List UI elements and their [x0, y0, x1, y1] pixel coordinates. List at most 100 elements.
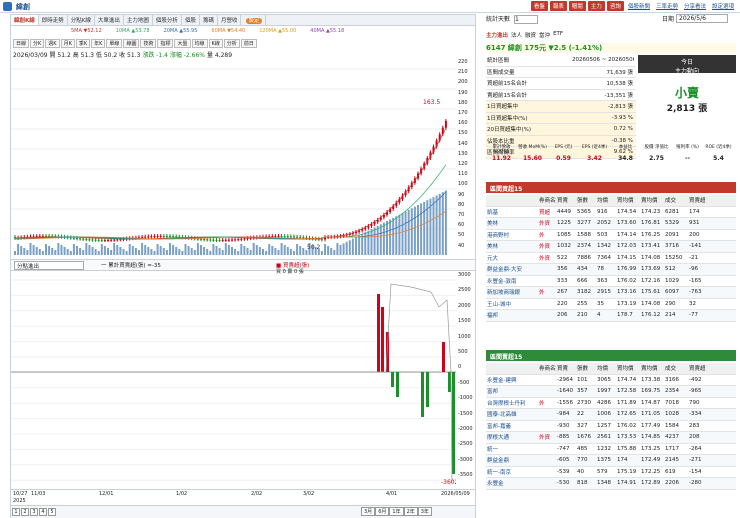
buy-cell: 434: [577, 266, 588, 273]
sell-row[interactable]: 台灣摩根士丹利外 -1556 2730 4286 171.89 174.87 7018 790: [486, 397, 736, 409]
top-link-1[interactable]: 三率走勢: [654, 1, 680, 11]
tab-1[interactable]: 即時走勢: [39, 15, 68, 25]
sell-cell[interactable]: 富邦-嘉義: [486, 422, 538, 430]
chart-tool-12[interactable]: K線: [208, 39, 223, 48]
page-button-5[interactable]: 5: [48, 508, 56, 516]
top-link-0[interactable]: 個股新聞: [626, 1, 652, 11]
top-button-3[interactable]: 主力: [587, 1, 605, 11]
buy-row[interactable]: 福邦 206 210 4 178.7 176.12 214 -77: [486, 310, 736, 322]
sell-row[interactable]: 永豐金 -530 818 1348 174.91 172.89 2206 -280: [486, 478, 736, 490]
sell-cell[interactable]: 富邦: [486, 387, 538, 395]
buy-cell[interactable]: 新加坡商瑞銀: [486, 288, 538, 296]
chart-tool-2[interactable]: 週K: [45, 39, 60, 48]
range-button-4[interactable]: 3年: [417, 507, 432, 516]
sell-cell[interactable]: 統一-南京: [486, 468, 538, 476]
chart-tool-10[interactable]: 大盤: [174, 39, 191, 48]
broker-flow-chart[interactable]: -3602: [11, 272, 456, 489]
broker-subtab-3[interactable]: 當沖: [539, 31, 550, 41]
tab-7[interactable]: 籌碼: [200, 15, 218, 25]
date-field[interactable]: 2026/5/6: [676, 14, 728, 23]
page-button-2[interactable]: 2: [21, 508, 29, 516]
sell-cell: -492: [689, 376, 702, 383]
buy-cell[interactable]: 美林: [486, 219, 538, 227]
tab-2[interactable]: 分點K線: [68, 15, 95, 25]
chart-tool-14[interactable]: 前日: [240, 39, 257, 48]
candlestick-chart[interactable]: 163.5 50.2: [11, 59, 456, 259]
indicator-select[interactable]: 分點進出: [14, 261, 84, 270]
tab-6[interactable]: 個股: [182, 15, 200, 25]
chart-tool-6[interactable]: 單線: [106, 39, 123, 48]
chart-tool-9[interactable]: 指標: [157, 39, 174, 48]
broker-subtab-1[interactable]: 法人: [511, 31, 522, 41]
top-link-3[interactable]: 設定選項: [710, 1, 736, 11]
days-select[interactable]: 1: [513, 15, 538, 24]
buy-cell[interactable]: 永豐金-敦南: [486, 277, 538, 285]
volume-bar: [249, 250, 252, 255]
page-button-4[interactable]: 4: [39, 508, 47, 516]
buy-cell[interactable]: 群益金鼎-大安: [486, 265, 538, 273]
chart-tool-4[interactable]: 季K: [75, 39, 91, 48]
tab-0[interactable]: 緯創K線: [11, 15, 39, 25]
buy-cell[interactable]: 王山-城中: [486, 300, 538, 308]
tab-8[interactable]: 月營收: [218, 15, 242, 25]
sell-cell[interactable]: 國泰-北高雄: [486, 410, 538, 418]
broker-subtab-2[interactable]: 融資: [525, 31, 536, 41]
broker-subtab-0[interactable]: 主力進出: [486, 31, 508, 41]
price-tick: 140: [458, 140, 468, 147]
sell-row[interactable]: 統一-南京 -539 40 579 175.19 172.25 619 -154: [486, 466, 736, 478]
tab-3[interactable]: 大單進出: [95, 15, 124, 25]
buy-row[interactable]: 美林 外資 1225 3277 2052 173.60 176.81 5329 931: [486, 218, 736, 230]
page-button-3[interactable]: 3: [30, 508, 38, 516]
page-button-1[interactable]: 1: [12, 508, 20, 516]
sell-cell[interactable]: 摩根大通: [486, 433, 538, 441]
buy-row[interactable]: 元大 外資 522 7886 7364 174.15 174.08 15250 -21: [486, 252, 736, 264]
sell-row[interactable]: 永豐金-建興 -2964 101 3065 174.74 173.38 3166 -492: [486, 374, 736, 386]
range-button-3[interactable]: 2年: [403, 507, 418, 516]
buy-cell[interactable]: 元大: [486, 254, 538, 262]
range-button-0[interactable]: 3月: [361, 507, 376, 516]
buy-cell[interactable]: 港商野村: [486, 231, 538, 239]
top-link-2[interactable]: 分享看法: [682, 1, 708, 11]
sell-cell[interactable]: 統一: [486, 445, 538, 453]
buy-row[interactable]: 凱基 買超 4449 5365 916 174.54 174.23 6281 174: [486, 206, 736, 218]
sell-row[interactable]: 統一 -747 485 1232 175.88 173.25 1717 -264: [486, 443, 736, 455]
volume-bar: [370, 229, 373, 255]
sell-cell[interactable]: 永豐金: [486, 479, 538, 487]
chart-tool-13[interactable]: 分析: [223, 39, 240, 48]
tab-9[interactable]: 設定: [241, 15, 266, 25]
sell-row[interactable]: 群益金鼎 -605 770 1375 174 172.49 2145 -271: [486, 455, 736, 467]
sell-row[interactable]: 富邦-嘉義 -930 327 1257 176.02 177.49 1584 283: [486, 420, 736, 432]
top-button-4[interactable]: 咨詢: [606, 1, 624, 11]
buy-row[interactable]: 新加坡商瑞銀外 267 3182 2915 173.16 175.61 6097 -763: [486, 287, 736, 299]
buy-row[interactable]: 永豐金-敦南 333 666 363 176.02 172.16 1029 -165: [486, 275, 736, 287]
fin-value: 3.42: [587, 155, 602, 162]
sell-row[interactable]: 摩根大通 外資 -885 1676 2561 173.53 174.85 4237 208: [486, 432, 736, 444]
chart-tool-0[interactable]: 日線: [13, 39, 30, 48]
tab-4[interactable]: 主力地圖: [124, 15, 153, 25]
sell-cell[interactable]: 永豐金-建興: [486, 376, 538, 384]
chart-tool-7[interactable]: 線圖: [123, 39, 140, 48]
tab-5[interactable]: 個股分析: [153, 15, 182, 25]
chart-tool-8[interactable]: 技術: [140, 39, 157, 48]
buy-cell[interactable]: 福邦: [486, 311, 538, 319]
buy-cell[interactable]: 美林: [486, 242, 538, 250]
buy-row[interactable]: 王山-城中 220 255 35 173.19 174.08 290 32: [486, 298, 736, 310]
buy-cell[interactable]: 凱基: [486, 208, 538, 216]
buy-row[interactable]: 港商野村外 1085 1588 503 174.14 176.25 2091 200: [486, 229, 736, 241]
sell-row[interactable]: 國泰-北高雄 -984 22 1006 172.65 171.05 1028 -334: [486, 409, 736, 421]
chart-tool-3[interactable]: 月K: [60, 39, 75, 48]
chart-tool-1[interactable]: 分K: [30, 39, 45, 48]
sell-cell[interactable]: 群益金鼎: [486, 456, 538, 464]
range-button-2[interactable]: 1年: [389, 507, 404, 516]
top-button-1[interactable]: 報表: [549, 1, 567, 11]
chart-tool-11[interactable]: 均線: [191, 39, 208, 48]
broker-subtab-4[interactable]: ETF: [553, 31, 563, 41]
top-button-0[interactable]: 看盤: [530, 1, 548, 11]
buy-row[interactable]: 群益金鼎-大安 356 434 78 176.99 173.69 512 -96: [486, 264, 736, 276]
top-button-2[interactable]: 贈閱: [568, 1, 586, 11]
sell-cell[interactable]: 台灣摩根士丹利: [486, 399, 538, 407]
sell-row[interactable]: 富邦 -1640 357 1997 172.58 169.75 2354 -965: [486, 386, 736, 398]
buy-row[interactable]: 美林 外資 1032 2374 1342 172.03 173.41 3716 -141: [486, 241, 736, 253]
range-button-1[interactable]: 6月: [375, 507, 390, 516]
chart-tool-5[interactable]: 年K: [91, 39, 106, 48]
